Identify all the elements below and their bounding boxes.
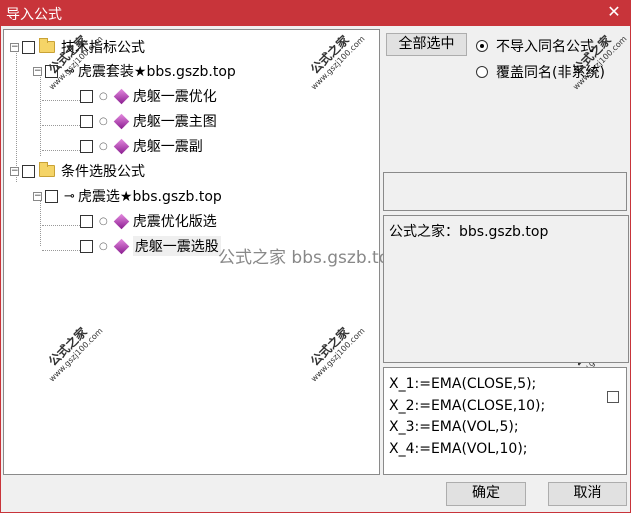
formula-icon: [113, 138, 130, 154]
tree-node-formula[interactable]: ○ 虎躯一震主图: [80, 111, 217, 131]
folder-icon: [39, 162, 55, 177]
collapse-icon[interactable]: −: [33, 191, 42, 201]
collapse-icon[interactable]: −: [10, 166, 19, 176]
link-icon: ○: [99, 90, 108, 102]
window-title: 导入公式: [6, 7, 62, 23]
code-line: X_4:=EMA(VOL,10);: [389, 440, 528, 457]
tree-node-label[interactable]: 虎震套装★bbs.gszb.top: [78, 61, 236, 81]
tree-node-label[interactable]: 虎躯一震优化: [133, 86, 217, 106]
tree-node-label[interactable]: 虎躯一震副: [133, 136, 203, 156]
tree-node-formula[interactable]: ○ 虎躯一震优化: [80, 86, 217, 106]
tree-node-label[interactable]: 条件选股公式: [61, 161, 145, 181]
preview-checkbox[interactable]: [607, 391, 619, 403]
tree-checkbox[interactable]: [80, 114, 93, 128]
tree-checkbox[interactable]: [80, 89, 93, 103]
tree-node-condition-select[interactable]: − 条件选股公式: [10, 161, 145, 181]
link-icon: ○: [99, 240, 108, 252]
ok-button[interactable]: 确定: [446, 482, 526, 506]
tree-node-label[interactable]: 虎躯一震主图: [133, 111, 217, 131]
radio-label[interactable]: 不导入同名公式: [496, 36, 594, 56]
tree-node-label[interactable]: 虎震选★bbs.gszb.top: [78, 186, 222, 206]
empty-field-panel: [383, 172, 627, 211]
radio-label[interactable]: 覆盖同名(非系统): [496, 62, 605, 82]
link-icon: ○: [99, 215, 108, 227]
radio-overwrite-same-name[interactable]: 覆盖同名(非系统): [476, 62, 605, 82]
tree-node-label[interactable]: 虎躯一震选股: [132, 236, 221, 256]
radio-selected-icon[interactable]: [476, 40, 488, 52]
radio-skip-same-name[interactable]: 不导入同名公式: [476, 36, 594, 56]
link-icon: ○: [99, 140, 108, 152]
overlay-watermark-text: 公式之家 bbs.gszb.top: [218, 248, 400, 268]
link-icon: ○: [99, 115, 108, 127]
tree-node-label[interactable]: 虎震优化版选: [133, 211, 217, 231]
code-line: X_1:=EMA(CLOSE,5);: [389, 376, 537, 392]
tree-checkbox[interactable]: [80, 214, 93, 228]
tree-node-formula-selected[interactable]: ○ 虎躯一震选股: [80, 236, 221, 256]
tree-checkbox[interactable]: [80, 239, 93, 253]
tree-checkbox[interactable]: [45, 189, 58, 203]
tree-checkbox[interactable]: [22, 164, 35, 178]
key-icon: ⊸: [64, 188, 75, 204]
folder-icon: [39, 38, 55, 53]
cancel-button[interactable]: 取消: [548, 482, 627, 506]
formula-icon: [113, 88, 130, 104]
code-line: X_3:=EMA(VOL,5);: [389, 419, 519, 435]
tree-checkbox[interactable]: [80, 139, 93, 153]
formula-icon: [113, 213, 130, 229]
select-all-button[interactable]: 全部选中: [386, 33, 467, 56]
tree-node-formula[interactable]: ○ 虎躯一震副: [80, 136, 203, 156]
title-bar: 导入公式 ✕: [0, 0, 631, 26]
formula-icon: [113, 238, 130, 254]
description-text: 公式之家：bbs.gszb.top: [389, 224, 549, 240]
code-preview-text: X_1:=EMA(CLOSE,5); X_2:=EMA(CLOSE,10); X…: [389, 374, 545, 460]
code-line: X_2:=EMA(CLOSE,10);: [389, 397, 546, 414]
formula-icon: [113, 113, 130, 129]
tree-node-huzhen-select[interactable]: − ⊸ 虎震选★bbs.gszb.top: [33, 186, 222, 206]
tree-checkbox[interactable]: [22, 40, 35, 54]
close-icon[interactable]: ✕: [605, 2, 623, 22]
radio-unselected-icon[interactable]: [476, 66, 488, 78]
collapse-icon[interactable]: −: [10, 42, 19, 52]
tree-node-formula[interactable]: ○ 虎震优化版选: [80, 211, 217, 231]
